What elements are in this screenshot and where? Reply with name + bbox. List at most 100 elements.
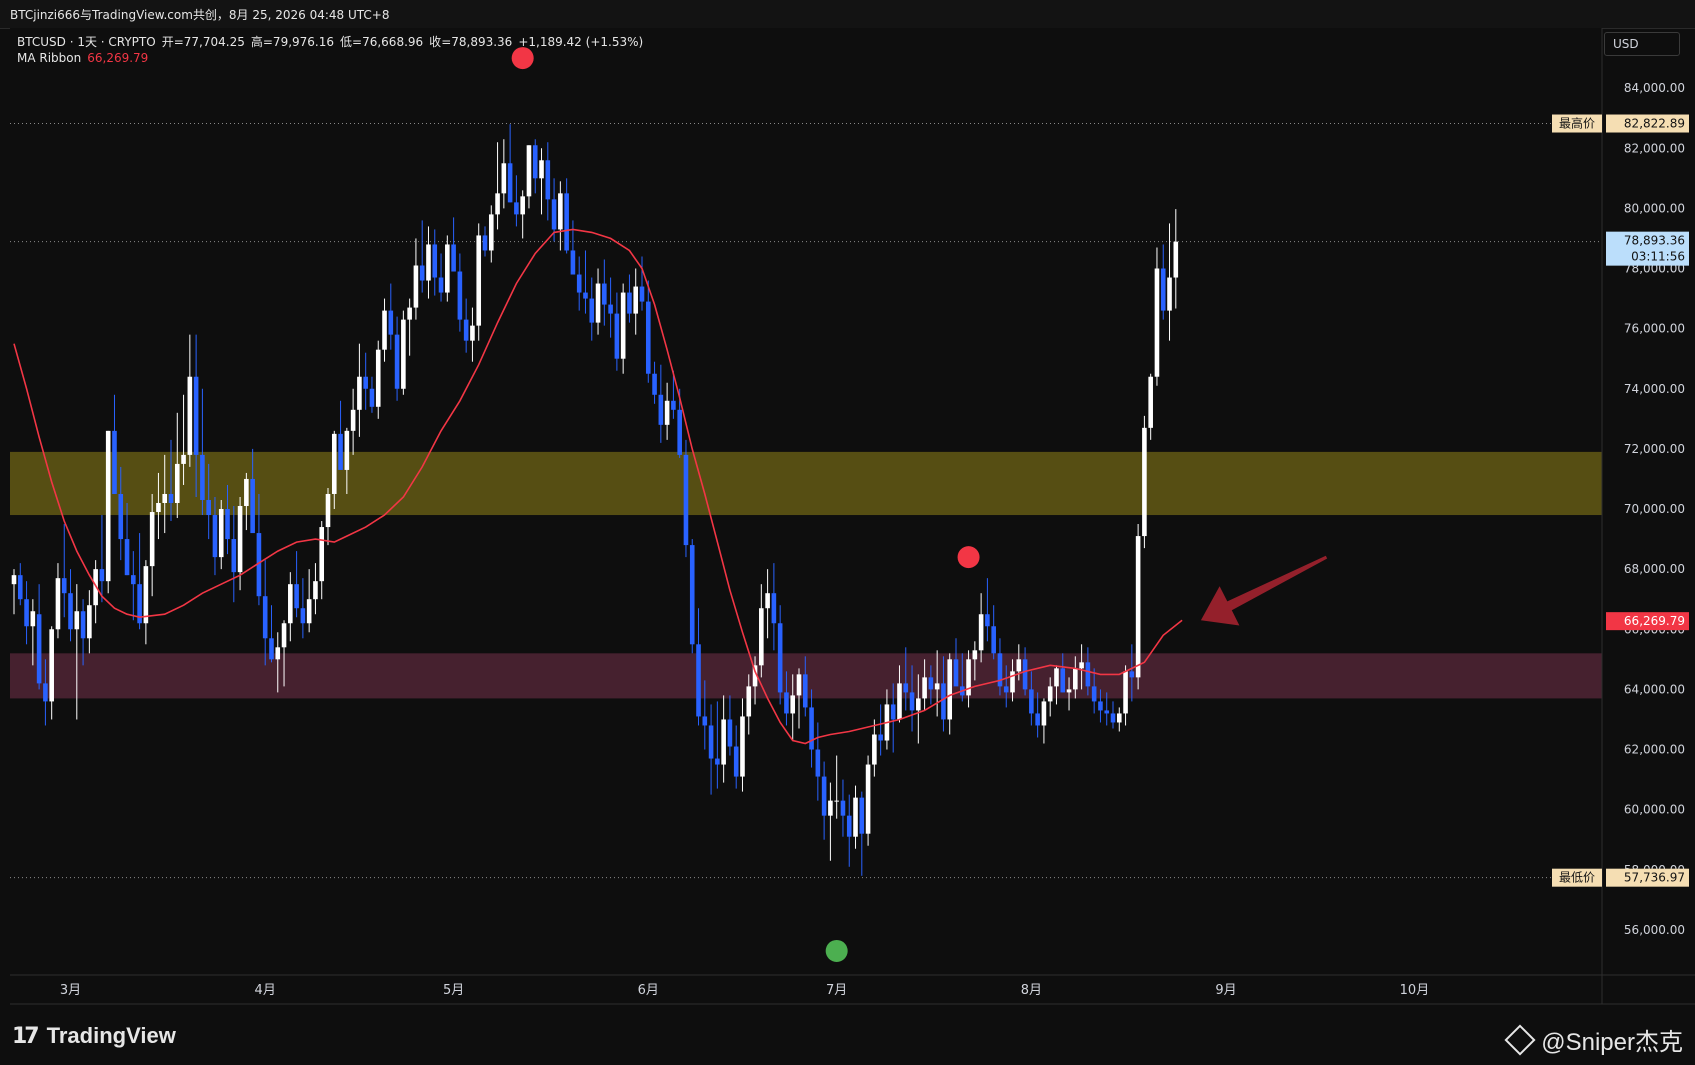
candle-body[interactable]	[558, 193, 563, 230]
candle-body[interactable]	[972, 650, 978, 660]
candle-body[interactable]	[463, 319, 469, 341]
candle-body[interactable]	[520, 196, 525, 215]
candle-body[interactable]	[583, 292, 588, 299]
candle-body[interactable]	[633, 286, 639, 314]
candle-body[interactable]	[677, 409, 682, 455]
candle-body[interactable]	[696, 644, 701, 717]
candle-body[interactable]	[388, 310, 394, 335]
candle-body[interactable]	[721, 719, 726, 765]
candle-body[interactable]	[708, 725, 714, 759]
candle-body[interactable]	[551, 199, 557, 230]
candle-body[interactable]	[87, 605, 92, 639]
candle-body[interactable]	[294, 584, 299, 609]
candle-body[interactable]	[872, 734, 877, 765]
tradingview-logo[interactable]: 17 TradingView	[12, 1023, 176, 1049]
candle-body[interactable]	[652, 373, 657, 395]
candle-body[interactable]	[36, 614, 42, 684]
candle-body[interactable]	[168, 493, 174, 504]
candle-body[interactable]	[853, 797, 858, 837]
candle-body[interactable]	[978, 614, 984, 651]
candle-body[interactable]	[570, 250, 576, 275]
candle-body[interactable]	[1135, 536, 1141, 678]
candle-body[interactable]	[218, 509, 224, 558]
candle-body[interactable]	[269, 638, 274, 660]
candle-body[interactable]	[1123, 671, 1128, 714]
candle-body[interactable]	[338, 433, 343, 470]
candle-body[interactable]	[746, 686, 752, 717]
candle-body[interactable]	[124, 539, 130, 576]
candle-body[interactable]	[288, 584, 293, 624]
candle-body[interactable]	[476, 235, 482, 326]
candle-body[interactable]	[432, 244, 438, 278]
candle-body[interactable]	[834, 800, 839, 802]
candle-body[interactable]	[890, 704, 896, 720]
candle-body[interactable]	[639, 286, 645, 302]
candle-body[interactable]	[784, 692, 789, 714]
candle-body[interactable]	[564, 193, 569, 251]
candle-body[interactable]	[24, 599, 29, 627]
candle-body[interactable]	[809, 707, 814, 750]
candle-body[interactable]	[771, 593, 777, 624]
candle-body[interactable]	[445, 244, 450, 293]
candle-body[interactable]	[608, 304, 613, 314]
legend-symbol[interactable]: BTCUSD · 1天 · CRYPTO	[17, 35, 156, 49]
candle-body[interactable]	[369, 388, 375, 407]
candle-body[interactable]	[419, 265, 425, 281]
candle-body[interactable]	[501, 163, 507, 194]
candle-body[interactable]	[363, 376, 368, 389]
candle-body[interactable]	[733, 746, 739, 777]
candle-body[interactable]	[1047, 686, 1053, 702]
candle-body[interactable]	[985, 614, 990, 627]
candle-body[interactable]	[589, 298, 595, 323]
candle-body[interactable]	[897, 683, 902, 720]
resistance-zone[interactable]	[10, 451, 1602, 516]
candle-body[interactable]	[802, 674, 808, 708]
candle-body[interactable]	[934, 683, 940, 690]
candle-body[interactable]	[375, 349, 381, 407]
candle-body[interactable]	[1073, 668, 1078, 690]
candle-body[interactable]	[595, 283, 601, 323]
candle-body[interactable]	[174, 463, 180, 504]
candle-body[interactable]	[244, 478, 249, 507]
candle-body[interactable]	[331, 433, 337, 494]
candle-body[interactable]	[1054, 668, 1059, 687]
candle-body[interactable]	[306, 599, 312, 624]
candle-body[interactable]	[953, 659, 959, 687]
candle-body[interactable]	[426, 244, 431, 281]
candle-body[interactable]	[1029, 689, 1034, 714]
candle-body[interactable]	[727, 719, 733, 747]
candle-body[interactable]	[928, 677, 934, 690]
candle-body[interactable]	[916, 698, 921, 711]
candle-body[interactable]	[49, 629, 54, 702]
candle-body[interactable]	[1173, 241, 1179, 278]
price-chart[interactable]: 84,000.0082,000.0080,000.0078,000.0076,0…	[0, 0, 1695, 1065]
candle-body[interactable]	[664, 400, 670, 425]
candle-body[interactable]	[1129, 671, 1135, 678]
candle-body[interactable]	[300, 608, 306, 624]
candle-body[interactable]	[262, 596, 268, 639]
candle-body[interactable]	[614, 313, 620, 359]
candle-body[interactable]	[765, 593, 770, 609]
candle-body[interactable]	[821, 776, 827, 816]
candle-body[interactable]	[313, 581, 318, 600]
candle-body[interactable]	[99, 569, 105, 582]
candle-body[interactable]	[1041, 701, 1047, 726]
candle-body[interactable]	[74, 611, 80, 630]
candle-body[interactable]	[495, 193, 500, 215]
candle-body[interactable]	[206, 499, 211, 516]
candle-body[interactable]	[1085, 662, 1091, 687]
candle-body[interactable]	[777, 623, 783, 693]
candle-body[interactable]	[846, 815, 852, 837]
candle-body[interactable]	[112, 430, 117, 494]
candle-body[interactable]	[815, 749, 821, 777]
candle-body[interactable]	[683, 454, 689, 546]
candle-body[interactable]	[131, 575, 136, 585]
candle-body[interactable]	[319, 527, 325, 582]
candle-body[interactable]	[357, 376, 362, 410]
candle-body[interactable]	[17, 575, 23, 600]
candle-body[interactable]	[281, 623, 287, 648]
candle-body[interactable]	[344, 430, 350, 470]
candle-body[interactable]	[526, 145, 532, 197]
candle-body[interactable]	[671, 400, 676, 410]
candle-body[interactable]	[602, 283, 607, 305]
